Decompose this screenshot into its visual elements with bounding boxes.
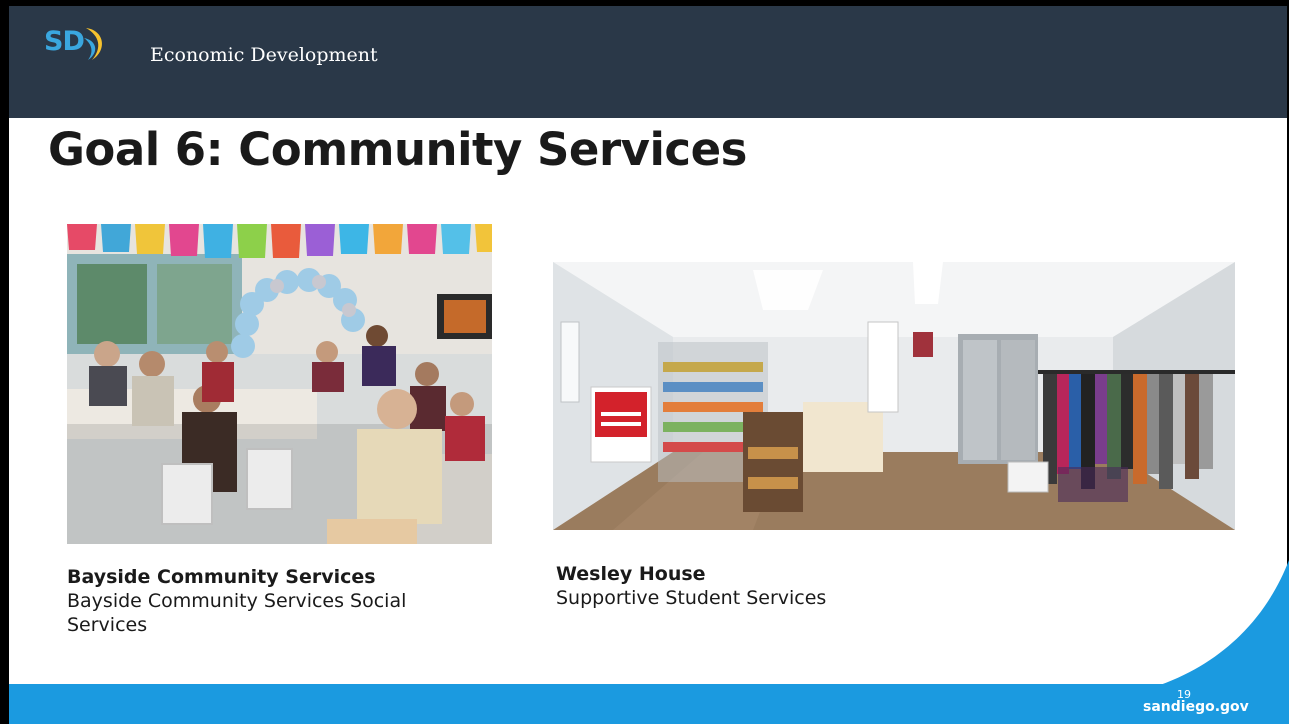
site-url: sandiego.gov bbox=[1143, 699, 1249, 715]
sun-logo-icon bbox=[84, 28, 103, 60]
bayside-title: Bayside Community Services bbox=[67, 566, 376, 588]
department-name: Economic Development bbox=[150, 44, 378, 66]
wesley-caption: Wesley House Supportive Student Services bbox=[556, 562, 976, 610]
slide-title: Goal 6: Community Services bbox=[48, 123, 747, 176]
sd-logo: SD bbox=[44, 24, 110, 68]
wesley-house-photo bbox=[553, 262, 1235, 530]
bayside-description: Bayside Community Services Social Servic… bbox=[67, 590, 407, 636]
slide-footer bbox=[9, 684, 1289, 724]
footer-wave-accent bbox=[1160, 560, 1289, 685]
wesley-description: Supportive Student Services bbox=[556, 587, 827, 609]
wesley-title: Wesley House bbox=[556, 563, 706, 585]
bayside-photo bbox=[67, 224, 492, 544]
logo-text: SD bbox=[44, 26, 85, 57]
bayside-caption: Bayside Community Services Bayside Commu… bbox=[67, 565, 487, 637]
